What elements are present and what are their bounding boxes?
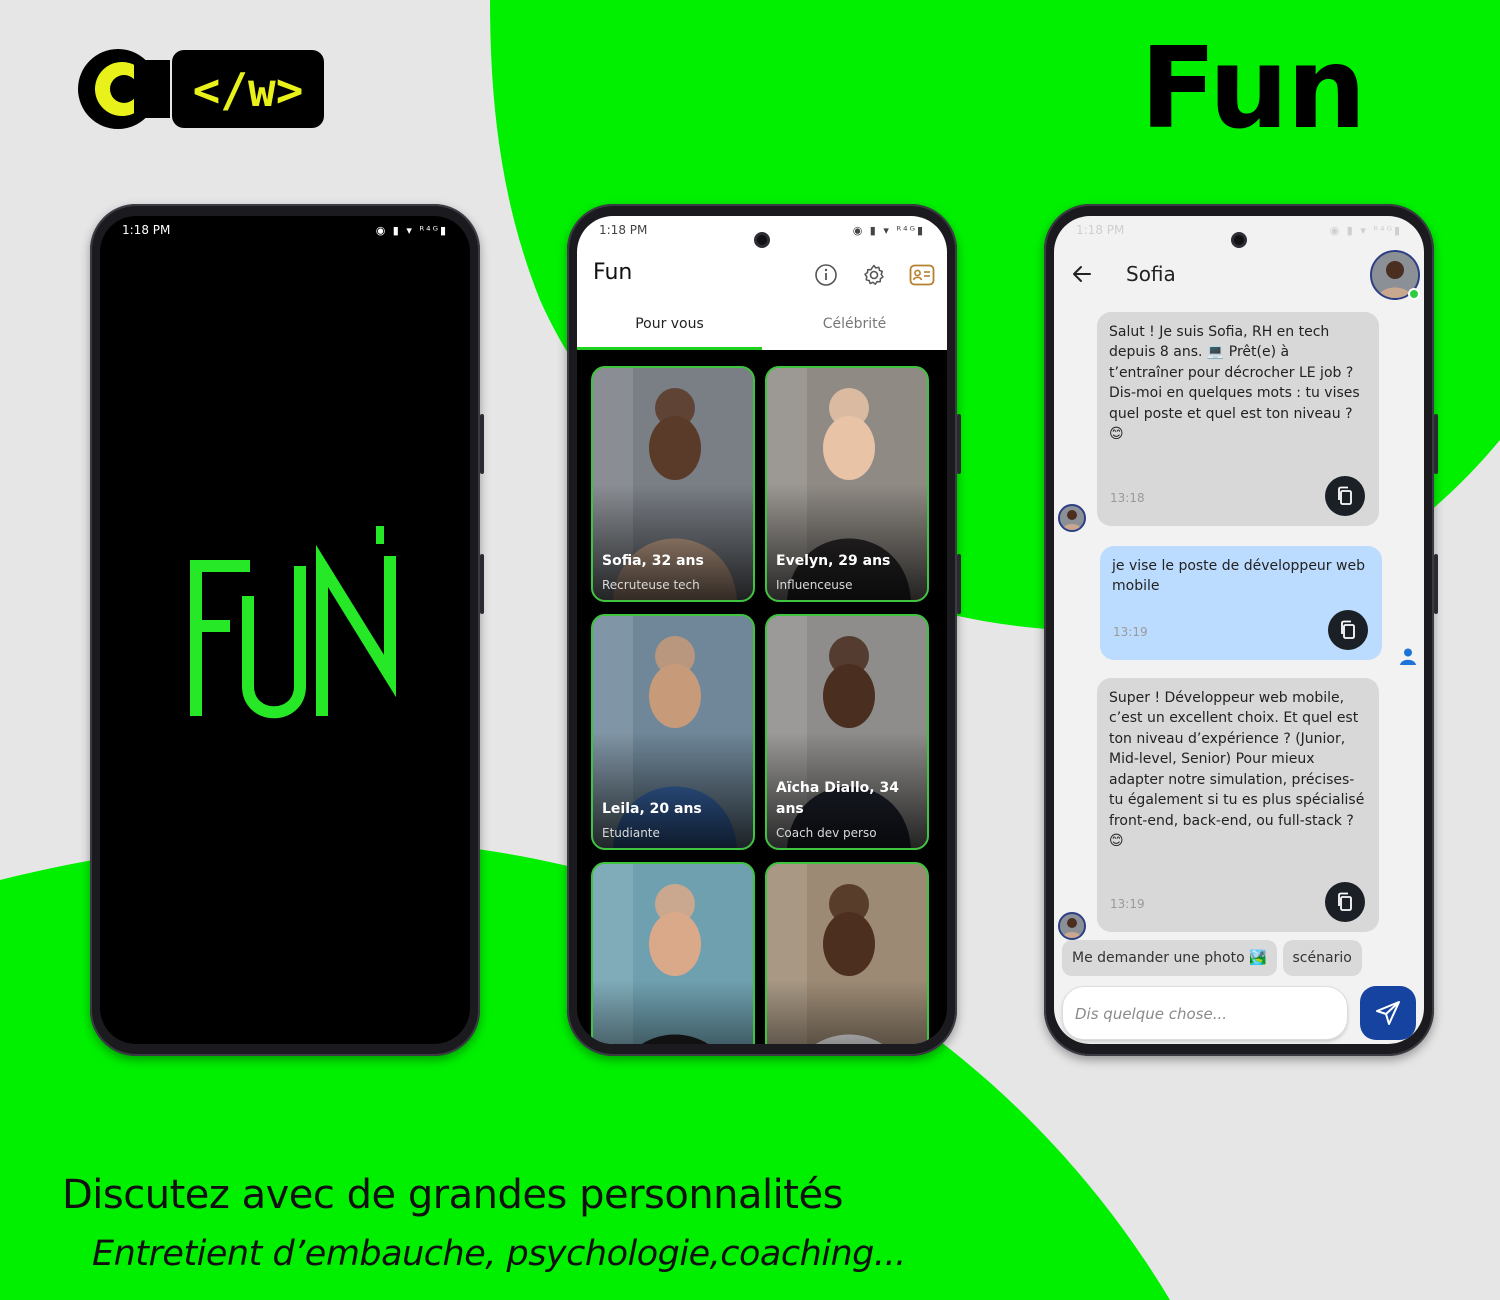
send-button[interactable]	[1360, 986, 1416, 1040]
persona-card[interactable]	[591, 862, 755, 1044]
persona-card[interactable]: Sofia, 32 ans Recruteuse tech	[591, 366, 755, 602]
persona-role: Recruteuse tech	[602, 578, 700, 592]
fun-splash-logo	[190, 526, 396, 719]
status-time: 1:18 PM	[599, 223, 648, 237]
tab-pour-vous[interactable]: Pour vous	[577, 312, 762, 350]
status-icons: ◉ ▮ ▾ ᴿ⁴ᴳ▮	[852, 223, 925, 237]
tab-celebrite[interactable]: Célébrité	[762, 312, 947, 350]
copy-icon	[1338, 486, 1352, 505]
copy-button[interactable]	[1325, 882, 1365, 922]
phone-chat: 1:18 PM ◉ ▮ ▾ ᴿ⁴ᴳ▮ Sofia Salut ! Je suis…	[1044, 204, 1438, 1056]
persona-name: Aïcha Diallo, 34 ans	[776, 780, 899, 817]
app-title: Fun	[593, 260, 633, 285]
persona-role: Coach dev perso	[776, 826, 877, 840]
tagline: Discutez avec de grandes personnalités	[62, 1172, 843, 1218]
message-time: 13:19	[1113, 625, 1148, 640]
phone-splash: 1:18 PM ◉ ▮ ▾ ᴿ⁴ᴳ▮	[90, 204, 484, 1056]
online-status-dot	[1408, 288, 1420, 300]
logo-mark-text: </w>	[193, 63, 304, 117]
message-text: Salut ! Je suis Sofia, RH en tech depuis…	[1109, 324, 1360, 443]
home-screen: 1:18 PM ◉ ▮ ▾ ᴿ⁴ᴳ▮ Fun Pour vous Célébri…	[577, 216, 947, 1044]
subline: Entretient d’embauche, psychologie,coach…	[92, 1234, 906, 1274]
copy-icon	[1341, 620, 1355, 639]
sender-avatar	[1058, 504, 1086, 532]
chat-screen: 1:18 PM ◉ ▮ ▾ ᴿ⁴ᴳ▮ Sofia Salut ! Je suis…	[1054, 216, 1424, 1044]
status-time: 1:18 PM	[1076, 223, 1125, 237]
persona-name: Sofia, 32 ans	[602, 553, 704, 569]
message-bot: Super ! Développeur web mobile, c’est un…	[1097, 678, 1379, 932]
persona-card[interactable]: Evelyn, 29 ans Influenceuse	[765, 366, 929, 602]
gear-icon[interactable]	[861, 262, 887, 288]
chip-scenario[interactable]: scénario	[1282, 940, 1362, 976]
persona-name: Leila, 20 ans	[602, 801, 702, 817]
send-icon	[1376, 1001, 1400, 1025]
persona-role: Influenceuse	[776, 578, 853, 592]
suggestion-chips: Me demander une photo 🏞️ scénario	[1062, 940, 1416, 976]
info-icon[interactable]	[813, 262, 839, 288]
splash-screen: 1:18 PM ◉ ▮ ▾ ᴿ⁴ᴳ▮	[100, 216, 470, 1044]
user-icon	[1400, 648, 1416, 665]
persona-card[interactable]: Fun	[765, 862, 929, 1044]
copy-button[interactable]	[1325, 476, 1365, 516]
message-time: 13:18	[1110, 491, 1145, 506]
profile-card-icon[interactable]	[909, 262, 935, 288]
persona-grid: Sofia, 32 ans Recruteuse tech Evelyn, 29…	[591, 366, 933, 1044]
phone-home: 1:18 PM ◉ ▮ ▾ ᴿ⁴ᴳ▮ Fun Pour vous Célébri…	[567, 204, 961, 1056]
message-time: 13:19	[1110, 897, 1145, 912]
persona-name: Evelyn, 29 ans	[776, 553, 891, 569]
message-text: je vise le poste de développeur web mobi…	[1112, 558, 1365, 595]
status-icons: ◉ ▮ ▾ ᴿ⁴ᴳ▮	[1329, 223, 1402, 237]
message-input[interactable]: Dis quelque chose...	[1062, 986, 1348, 1040]
message-user: je vise le poste de développeur web mobi…	[1100, 546, 1382, 660]
brand-title: Fun	[1140, 24, 1366, 154]
copy-button[interactable]	[1328, 610, 1368, 650]
message-bot: Salut ! Je suis Sofia, RH en tech depuis…	[1097, 312, 1379, 526]
contact-name: Sofia	[1126, 262, 1176, 286]
status-bar: 1:18 PM ◉ ▮ ▾ ᴿ⁴ᴳ▮	[100, 216, 470, 244]
front-camera	[754, 232, 770, 248]
copy-icon	[1338, 892, 1352, 911]
back-arrow-icon[interactable]	[1070, 262, 1094, 286]
chip-ask-photo[interactable]: Me demander une photo 🏞️	[1062, 940, 1277, 976]
message-text: Super ! Développeur web mobile, c’est un…	[1109, 690, 1365, 850]
front-camera	[1231, 232, 1247, 248]
company-logo: </w>	[78, 49, 324, 129]
status-time: 1:18 PM	[122, 223, 171, 237]
persona-card[interactable]: Aïcha Diallo, 34 ans Coach dev perso	[765, 614, 929, 850]
persona-role: Etudiante	[602, 826, 660, 840]
persona-card[interactable]: Leila, 20 ans Etudiante	[591, 614, 755, 850]
tab-bar: Pour vous Célébrité	[577, 312, 947, 350]
chat-header: Sofia	[1054, 244, 1424, 308]
status-icons: ◉ ▮ ▾ ᴿ⁴ᴳ▮	[375, 223, 448, 237]
sender-avatar	[1058, 912, 1086, 940]
